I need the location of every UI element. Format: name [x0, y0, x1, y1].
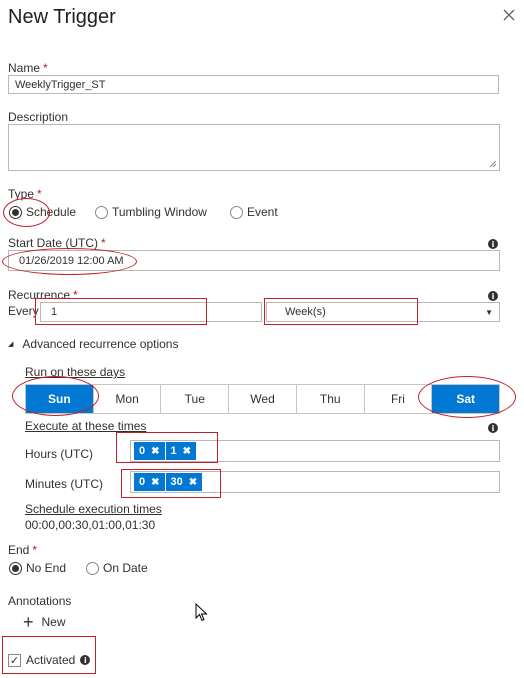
recurrence-interval-input[interactable]: 1	[40, 302, 262, 322]
start-date-input[interactable]: 01/26/2019 12:00 AM	[8, 250, 500, 271]
day-thu-button[interactable]: Thu	[296, 385, 365, 413]
execute-times-label: Execute at these times	[25, 419, 147, 433]
minute-tag: 30 ✖	[165, 473, 203, 491]
recurrence-unit-value: Week(s)	[285, 306, 326, 318]
run-days-label: Run on these days	[25, 365, 126, 379]
description-textarea[interactable]	[8, 124, 500, 171]
name-input[interactable]: WeeklyTrigger_ST	[8, 75, 499, 94]
recurrence-label: Recurrence *	[8, 288, 78, 302]
hour-tag: 0 ✖	[134, 442, 165, 460]
dialog-title: New Trigger	[8, 6, 116, 28]
radio-selected-icon	[9, 205, 22, 219]
new-annotation-label: New	[41, 615, 66, 629]
annotations-label: Annotations	[8, 594, 72, 608]
type-option-schedule[interactable]: Schedule	[9, 205, 76, 219]
end-option-label: No End	[26, 561, 67, 575]
minute-tag: 0 ✖	[134, 473, 165, 491]
type-label: Type *	[8, 187, 42, 201]
end-label: End *	[8, 543, 38, 557]
advanced-options-toggle[interactable]: ◢ Advanced recurrence options	[8, 337, 178, 351]
recurrence-info-icon[interactable]: i	[488, 291, 498, 301]
checkmark-icon: ✓	[8, 653, 21, 667]
schedule-times-value: 00:00,00:30,01:00,01:30	[25, 518, 156, 532]
type-option-label: Schedule	[26, 205, 77, 219]
close-icon[interactable]	[500, 6, 518, 24]
name-label: Name *	[8, 61, 48, 75]
start-date-info-icon[interactable]: i	[488, 239, 498, 249]
caret-down-icon: ◢	[8, 341, 14, 348]
day-fri-button[interactable]: Fri	[364, 385, 433, 413]
type-option-tumbling-window[interactable]: Tumbling Window	[95, 205, 207, 219]
every-label: Every	[8, 304, 39, 318]
minutes-input[interactable]: 0 ✖ 30 ✖	[130, 471, 500, 493]
remove-tag-icon[interactable]: ✖	[189, 477, 197, 488]
remove-tag-icon[interactable]: ✖	[183, 446, 191, 457]
hour-tag-value: 0	[139, 445, 146, 457]
recurrence-unit-select[interactable]: Week(s) ▼	[266, 302, 500, 322]
type-option-label: Event	[247, 205, 278, 219]
activated-info-icon[interactable]: i	[80, 655, 91, 665]
hour-tag-value: 1	[170, 445, 177, 457]
day-sat-button[interactable]: Sat	[432, 385, 500, 413]
end-option-label: On Date	[103, 561, 148, 575]
recurrence-interval-value: 1	[51, 306, 58, 318]
minutes-label: Minutes (UTC)	[25, 477, 104, 491]
day-selector: Sun Mon Tue Wed Thu Fri Sat	[25, 384, 500, 414]
minute-tag-value: 0	[139, 476, 146, 488]
radio-icon	[230, 205, 243, 219]
mouse-cursor-icon	[195, 603, 208, 622]
description-label: Description	[8, 110, 69, 124]
activated-label: Activated	[26, 653, 76, 667]
remove-tag-icon[interactable]: ✖	[151, 477, 159, 488]
day-mon-button[interactable]: Mon	[93, 385, 162, 413]
hours-input[interactable]: 0 ✖ 1 ✖	[130, 440, 500, 462]
hour-tag: 1 ✖	[165, 442, 197, 460]
name-value: WeeklyTrigger_ST	[15, 78, 106, 91]
radio-icon	[95, 205, 108, 219]
chevron-down-icon: ▼	[485, 307, 493, 317]
day-wed-button[interactable]: Wed	[229, 385, 297, 413]
end-option-no-end[interactable]: No End	[9, 561, 66, 575]
resize-grip-icon[interactable]	[489, 160, 497, 168]
day-sun-button[interactable]: Sun	[26, 385, 94, 413]
hours-label: Hours (UTC)	[25, 447, 93, 461]
new-annotation-button[interactable]: + New	[23, 612, 66, 632]
start-date-label: Start Date (UTC) *	[8, 236, 106, 250]
plus-icon: +	[23, 612, 34, 632]
end-option-on-date[interactable]: On Date	[86, 561, 148, 575]
execute-times-info-icon[interactable]: i	[488, 423, 498, 433]
advanced-options-label: Advanced recurrence options	[22, 337, 179, 351]
activated-checkbox[interactable]: ✓ Activated i	[8, 653, 91, 667]
schedule-times-label: Schedule execution times	[25, 502, 162, 516]
radio-icon	[86, 561, 99, 575]
type-option-event[interactable]: Event	[230, 205, 278, 219]
start-date-value: 01/26/2019 12:00 AM	[19, 254, 124, 267]
radio-selected-icon	[9, 561, 22, 575]
minute-tag-value: 30	[170, 476, 183, 488]
day-tue-button[interactable]: Tue	[161, 385, 230, 413]
type-option-label: Tumbling Window	[112, 205, 207, 219]
remove-tag-icon[interactable]: ✖	[151, 446, 159, 457]
